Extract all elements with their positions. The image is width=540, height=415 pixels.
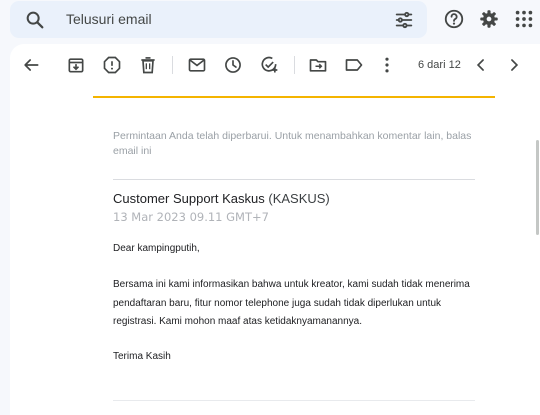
scrollbar-thumb[interactable] xyxy=(536,140,539,235)
sender-name[interactable]: Customer Support Kaskus xyxy=(113,191,265,206)
email-content: Permintaan Anda telah diperbarui. Untuk … xyxy=(10,86,540,415)
back-arrow-icon[interactable] xyxy=(21,55,41,75)
help-icon[interactable] xyxy=(443,8,465,30)
more-icon[interactable] xyxy=(377,55,397,75)
email-greeting: Dear kampingputih, xyxy=(113,243,200,254)
email-signoff: Terima Kasih xyxy=(113,351,171,362)
top-bar: Telusuri email xyxy=(0,0,540,44)
accent-divider xyxy=(93,96,495,98)
email-view: 6 dari 12 Permintaan Anda telah diperbar… xyxy=(10,44,540,415)
previous-email-icon[interactable] xyxy=(471,55,491,75)
divider xyxy=(113,400,475,401)
label-icon[interactable] xyxy=(344,55,364,75)
apps-icon[interactable] xyxy=(513,8,535,30)
mark-unread-icon[interactable] xyxy=(187,55,207,75)
search-icon[interactable] xyxy=(24,9,46,31)
move-to-icon[interactable] xyxy=(308,55,328,75)
settings-icon[interactable] xyxy=(478,8,500,30)
sender-line: Customer Support Kaskus (KASKUS) xyxy=(113,191,330,206)
toolbar-divider xyxy=(294,56,295,74)
email-paragraph: Bersama ini kami informasikan bahwa untu… xyxy=(113,279,470,327)
email-date: 13 Mar 2023 09.11 GMT+7 xyxy=(113,210,269,224)
archive-icon[interactable] xyxy=(66,55,86,75)
search-input[interactable]: Telusuri email xyxy=(66,11,152,27)
toolbar-divider xyxy=(172,56,173,74)
search-bar[interactable]: Telusuri email xyxy=(10,1,427,38)
delete-icon[interactable] xyxy=(138,55,158,75)
divider xyxy=(113,179,475,180)
add-task-icon[interactable] xyxy=(259,55,279,75)
sender-org: (KASKUS) xyxy=(268,191,330,206)
reply-notice: Permintaan Anda telah diperbarui. Untuk … xyxy=(113,130,472,157)
report-spam-icon[interactable] xyxy=(102,55,122,75)
snooze-icon[interactable] xyxy=(223,55,243,75)
pagination-label: 6 dari 12 xyxy=(418,59,461,71)
email-toolbar: 6 dari 12 xyxy=(10,44,540,86)
next-email-icon[interactable] xyxy=(504,55,524,75)
tune-icon[interactable] xyxy=(393,9,415,31)
